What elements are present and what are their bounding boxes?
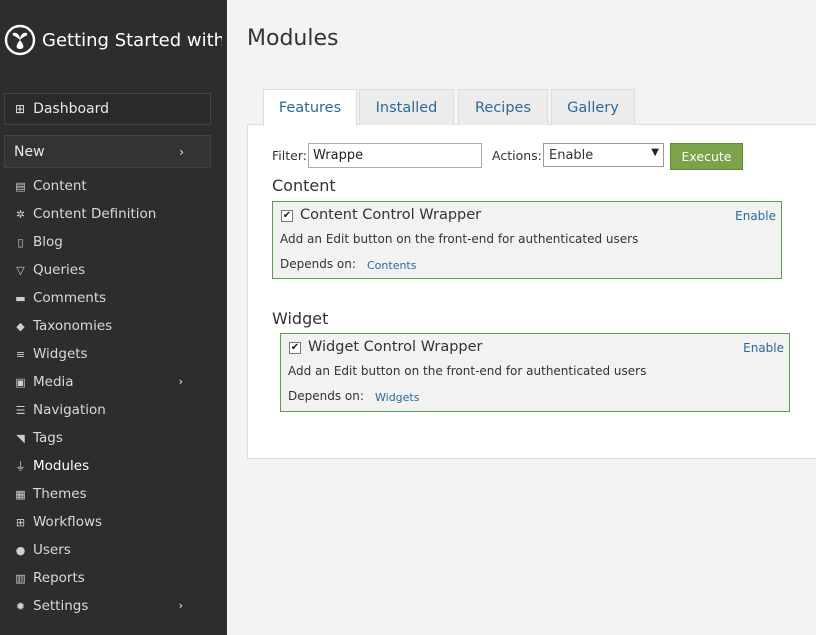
tab-label: Installed <box>375 99 438 116</box>
sidebar-item-content-definition[interactable]: ✲ Content Definition <box>0 200 227 228</box>
sidebar-item-label: Settings <box>33 598 89 614</box>
actions-label: Actions: <box>492 148 542 163</box>
sidebar-item-label: Modules <box>33 458 90 474</box>
puzzle-icon: ✲ <box>15 207 26 221</box>
sidebar-item-label: Widgets <box>33 346 88 362</box>
book-icon: ▯ <box>17 235 24 249</box>
dropdown-arrow-icon: ▼ <box>651 147 659 158</box>
actions-select[interactable]: Enable ▼ <box>543 143 664 167</box>
page-title: Modules <box>247 26 339 51</box>
sidebar-item-label: Taxonomies <box>33 318 113 334</box>
dashboard-button[interactable]: ⊞ Dashboard <box>4 93 211 125</box>
tab-label: Features <box>278 100 342 116</box>
brand[interactable]: Getting Started with ... <box>0 0 227 80</box>
tab-label: Gallery <box>567 99 619 116</box>
tab-recipes[interactable]: Recipes <box>458 89 548 125</box>
comment-icon: ▬ <box>15 291 26 305</box>
list-icon: ≡ <box>15 347 26 361</box>
sidebar-item-taxonomies[interactable]: ◆ Taxonomies <box>0 312 227 340</box>
depends-link[interactable]: Widgets <box>375 391 419 404</box>
tags-icon: ◆ <box>16 319 25 333</box>
user-icon: ● <box>15 543 26 557</box>
grid-icon: ▦ <box>15 487 26 501</box>
feature-checkbox[interactable]: ✔ <box>289 342 301 354</box>
filter-icon: ▽ <box>16 263 25 277</box>
sidebar-item-workflows[interactable]: ⊞ Workflows <box>0 508 227 536</box>
feature-card-widget-control-wrapper: ✔ Widget Control Wrapper Enable Add an E… <box>280 333 790 412</box>
brand-title: Getting Started with ... <box>42 29 222 51</box>
enable-link[interactable]: Enable <box>735 209 776 223</box>
filter-label: Filter: <box>272 148 307 163</box>
sidebar-item-modules[interactable]: ⏚ Modules <box>0 452 227 480</box>
feature-checkbox[interactable]: ✔ <box>281 210 293 222</box>
sidebar-item-content[interactable]: ▤ Content <box>0 172 227 200</box>
actions-selected-value: Enable <box>549 148 594 163</box>
sidebar-item-reports[interactable]: ▥ Reports <box>0 564 227 592</box>
chart-icon: ▥ <box>15 571 26 585</box>
chevron-right-icon: › <box>178 375 183 388</box>
image-icon: ▣ <box>15 375 26 389</box>
sidebar-item-label: Tags <box>33 430 63 446</box>
chevron-right-icon: › <box>178 599 183 612</box>
section-title-widget: Widget <box>272 309 329 328</box>
dashboard-label: Dashboard <box>33 101 110 117</box>
sidebar-item-label: Workflows <box>33 514 103 530</box>
sidebar-item-settings[interactable]: ✹ Settings › <box>0 592 227 620</box>
depends-label: Depends on: <box>280 257 356 271</box>
tab-features[interactable]: Features <box>263 89 357 126</box>
sidebar-item-label: Content Definition <box>33 206 157 222</box>
sidebar-item-comments[interactable]: ▬ Comments <box>0 284 227 312</box>
enable-link[interactable]: Enable <box>743 341 784 355</box>
sidebar-item-label: Blog <box>33 234 63 250</box>
tag-icon: ◥ <box>16 431 25 445</box>
feature-name: Content Control Wrapper <box>300 207 482 223</box>
new-label: New <box>14 143 45 160</box>
chevron-right-icon: › <box>179 145 184 159</box>
sidebar-item-label: Users <box>33 542 71 558</box>
sidebar-item-blog[interactable]: ▯ Blog <box>0 228 227 256</box>
dashboard-icon: ⊞ <box>15 102 26 116</box>
sidebar-item-tags[interactable]: ◥ Tags <box>0 424 227 452</box>
sidebar-item-users[interactable]: ● Users <box>0 536 227 564</box>
sidebar-item-media[interactable]: ▣ Media › <box>0 368 227 396</box>
new-menu-button[interactable]: New › <box>4 135 211 168</box>
sidebar-item-label: Queries <box>33 262 86 278</box>
sidebar-item-themes[interactable]: ▦ Themes <box>0 480 227 508</box>
depends-link[interactable]: Contents <box>367 259 416 272</box>
plug-icon: ⏚ <box>15 460 26 473</box>
sidebar-item-label: Themes <box>33 486 87 502</box>
sidebar-item-label: Media <box>33 374 74 390</box>
tab-label: Recipes <box>474 99 532 116</box>
sidebar-item-widgets[interactable]: ≡ Widgets <box>0 340 227 368</box>
feature-name: Widget Control Wrapper <box>308 339 483 355</box>
sitemap-icon: ⊞ <box>15 515 26 529</box>
sidebar: Getting Started with ... ⊞ Dashboard New… <box>0 0 227 635</box>
gear-icon: ✹ <box>15 599 26 613</box>
feature-description: Add an Edit button on the front-end for … <box>280 232 639 246</box>
sidebar-item-label: Comments <box>33 290 107 306</box>
sidebar-item-navigation[interactable]: ☰ Navigation <box>0 396 227 424</box>
sidebar-item-queries[interactable]: ▽ Queries <box>0 256 227 284</box>
depends-label: Depends on: <box>288 389 364 403</box>
feature-description: Add an Edit button on the front-end for … <box>288 364 647 378</box>
list-icon: ☰ <box>15 403 26 417</box>
section-title-content: Content <box>272 176 336 195</box>
feature-card-content-control-wrapper: ✔ Content Control Wrapper Enable Add an … <box>272 201 782 279</box>
sidebar-item-label: Navigation <box>33 402 106 418</box>
tab-gallery[interactable]: Gallery <box>551 89 635 125</box>
sidebar-item-label: Reports <box>33 570 85 586</box>
sidebar-nav: ▤ Content ✲ Content Definition ▯ Blog ▽ Quer… <box>0 172 227 620</box>
filter-input[interactable] <box>308 143 482 168</box>
tab-installed[interactable]: Installed <box>359 89 454 125</box>
sidebar-item-label: Content <box>33 178 87 194</box>
file-icon: ▤ <box>15 179 26 193</box>
orchard-logo-icon <box>4 24 36 56</box>
execute-button[interactable]: Execute <box>670 143 743 170</box>
